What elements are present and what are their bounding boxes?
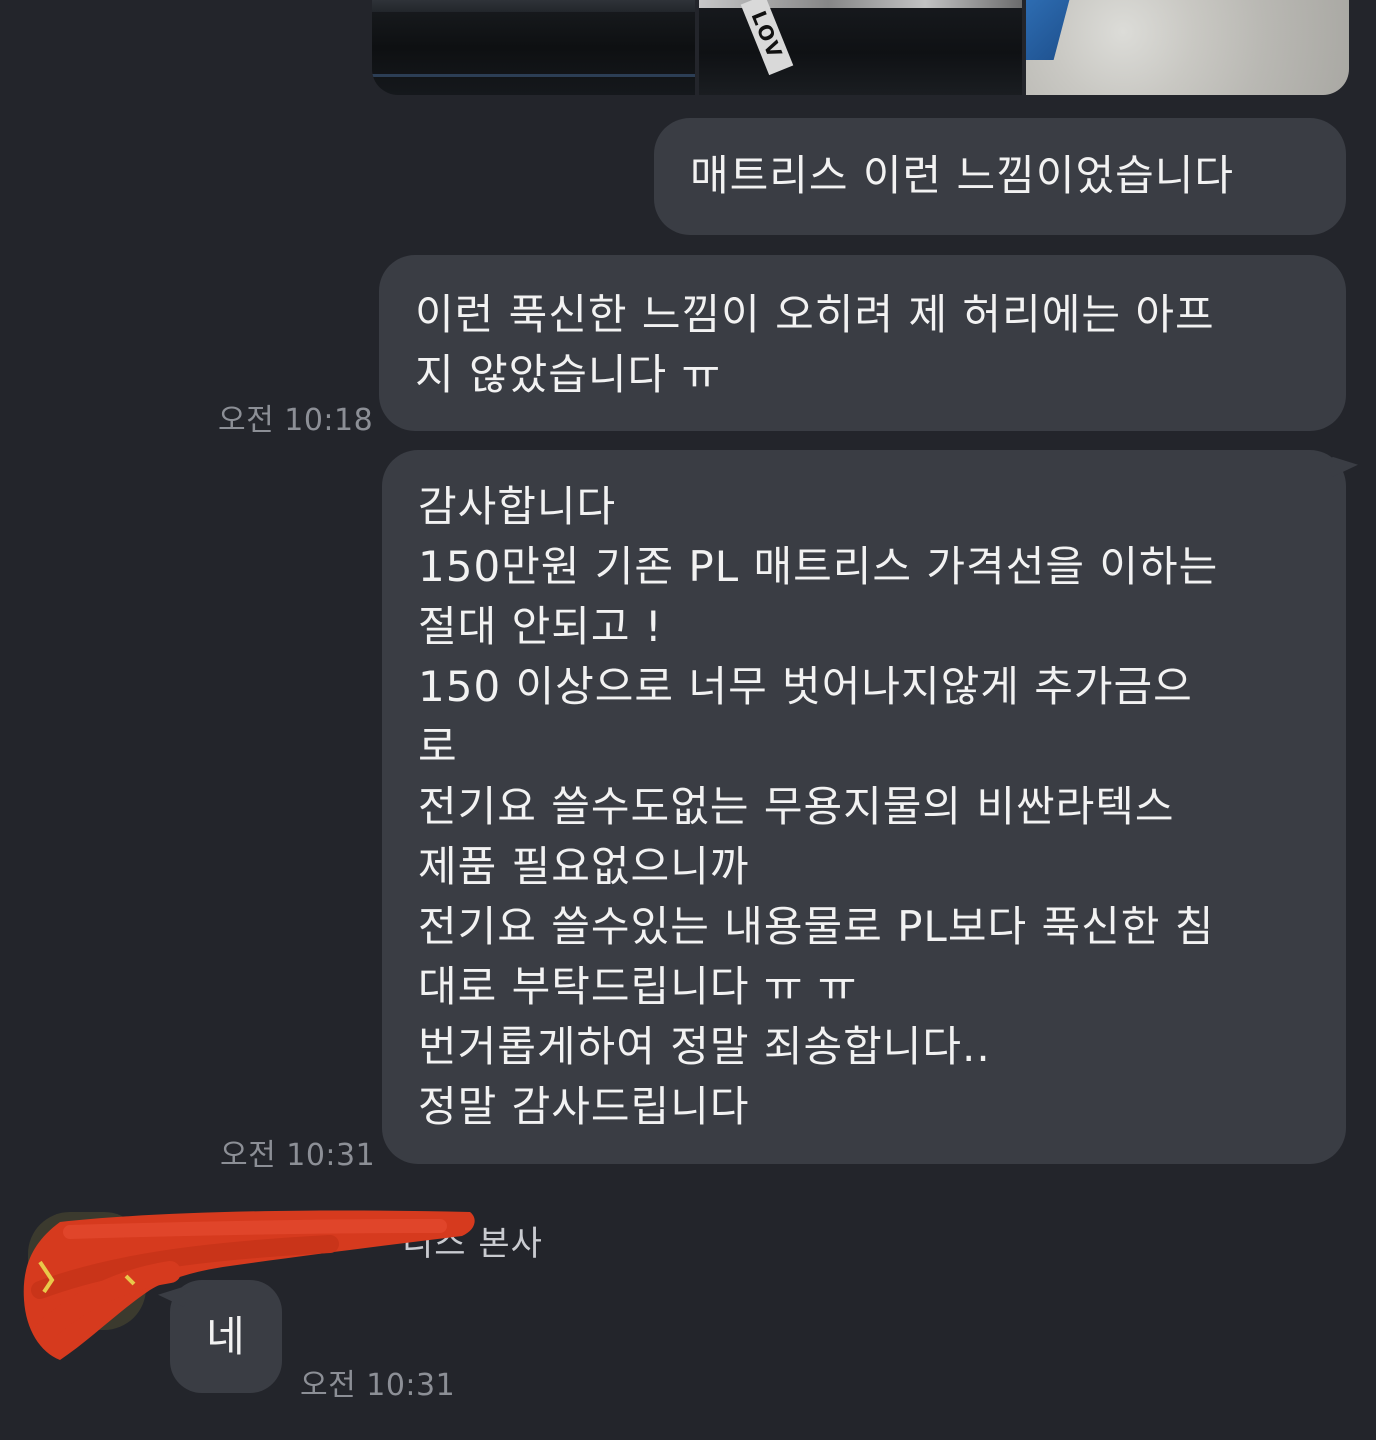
- message-text: 대로 부탁드립니다 ㅠ ㅠ: [418, 962, 858, 1011]
- message-timestamp: 오전 10:31: [300, 1368, 456, 1403]
- message-text: 150만원 기존 PL 매트리스 가격선을 이하는: [418, 542, 1219, 591]
- bubble-tail: [1330, 456, 1358, 478]
- message-text: 정말 감사드립니다: [418, 1082, 750, 1131]
- message-text: 지 않았습니다 ㅠ: [415, 350, 722, 399]
- sender-avatar[interactable]: [28, 1212, 146, 1330]
- sender-name[interactable]: 니스 본사: [402, 1216, 543, 1265]
- message-timestamp: 오전 10:18: [218, 403, 374, 438]
- photo-attachment-group[interactable]: LOV: [372, 0, 1349, 95]
- message-text: 번거롭게하여 정말 죄송합니다..: [418, 1022, 991, 1071]
- message-bubble-outgoing[interactable]: 감사합니다 150만원 기존 PL 매트리스 가격선을 이하는 절대 안되고 !…: [382, 450, 1358, 1164]
- message-bubble-incoming[interactable]: 네: [158, 1280, 282, 1393]
- message-text: 전기요 쓸수있는 내용물로 PL보다 푹신한 침: [418, 902, 1215, 951]
- message-text: 제품 필요없으니까: [418, 842, 750, 891]
- message-bubble-outgoing[interactable]: 이런 푹신한 느낌이 오히려 제 허리에는 아프 지 않았습니다 ㅠ: [379, 255, 1346, 431]
- message-text: 네: [206, 1312, 246, 1361]
- message-text: 절대 안되고 !: [418, 602, 663, 651]
- message-text: 매트리스 이런 느낌이었습니다: [690, 151, 1235, 200]
- photo-quilted-mattress[interactable]: [1026, 0, 1349, 95]
- photo-blue-corner: [1026, 0, 1072, 60]
- photo-dark-mattress[interactable]: [372, 0, 695, 95]
- message-text: 전기요 쓸수도없는 무용지물의 비싼라텍스: [418, 782, 1175, 831]
- message-text: 로: [418, 722, 458, 771]
- message-bubble-outgoing[interactable]: 매트리스 이런 느낌이었습니다: [654, 118, 1346, 235]
- message-text: 감사합니다: [418, 482, 617, 531]
- photo-mattress-label[interactable]: LOV: [699, 0, 1022, 95]
- message-text: 150 이상으로 너무 벗어나지않게 추가금으: [418, 662, 1193, 711]
- photo-tag-text: LOV: [740, 0, 794, 76]
- message-timestamp: 오전 10:31: [220, 1138, 376, 1173]
- message-text: 이런 푹신한 느낌이 오히려 제 허리에는 아프: [415, 290, 1215, 339]
- bubble-tail: [158, 1286, 186, 1308]
- chat-screen: LOV 매트리스 이런 느낌이었습니다 이런 푹신한 느낌이 오히려 제 허리에…: [0, 0, 1376, 1440]
